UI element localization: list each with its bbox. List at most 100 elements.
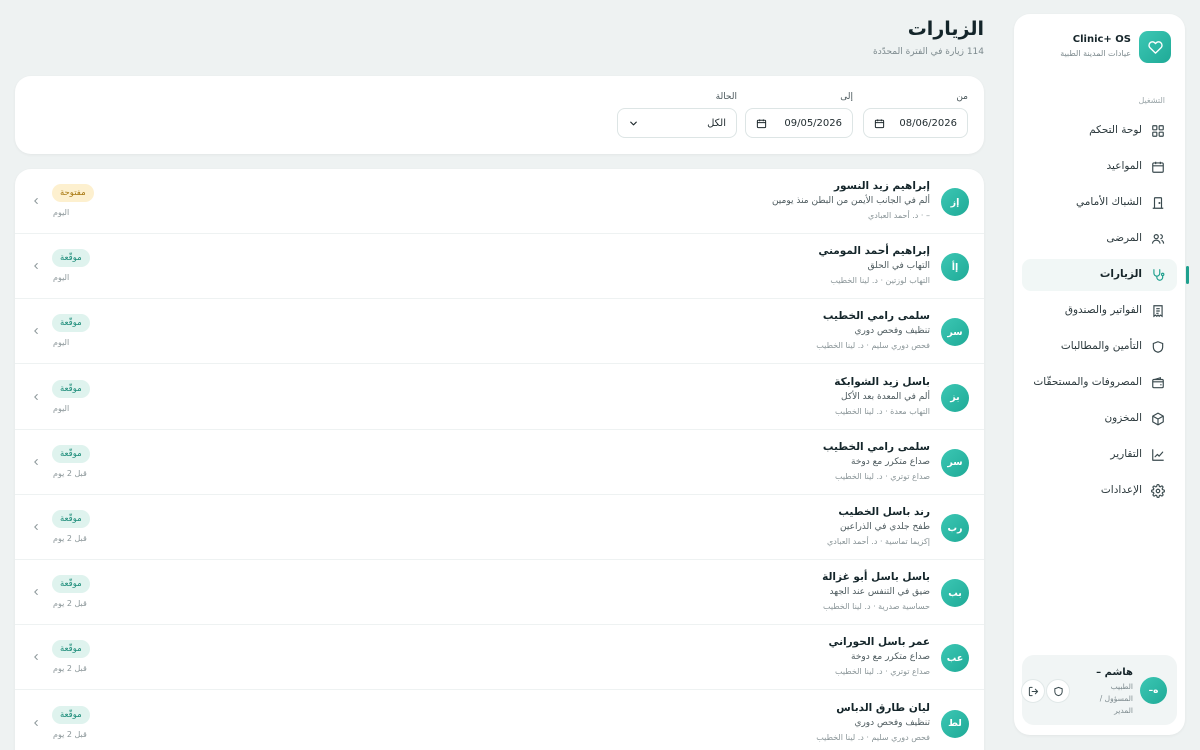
avatar: لط	[941, 709, 969, 738]
chevron-left-icon	[34, 654, 38, 661]
list-item[interactable]: عب عمر باسل الحوراني صداع متكرر مع دوخة …	[15, 625, 984, 691]
sidebar-item-patients[interactable]: المرضى	[1022, 223, 1177, 255]
calendar-icon	[756, 118, 767, 128]
grid-icon	[1151, 124, 1165, 138]
calendar-icon	[1151, 160, 1165, 174]
stethoscope-icon	[1151, 268, 1165, 282]
nav-section-label: التشغيل	[1138, 96, 1165, 105]
patient-name: رند باسل الخطيب	[838, 506, 930, 518]
patient-name: إبراهيم أحمد المومني	[818, 245, 930, 258]
users-icon	[1151, 232, 1165, 246]
user-role: الطبيب المسؤول / المدير	[1099, 682, 1133, 715]
visit-complaint: التهاب في الحلق	[867, 261, 930, 272]
sidebar-item-label: المرضى	[1106, 232, 1142, 244]
status-filter: الحالة الكل	[617, 92, 737, 138]
visit-complaint: صداع متكرر مع دوخة	[851, 652, 930, 663]
list-item[interactable]: إأ إبراهيم أحمد المومني التهاب في الحلق …	[15, 234, 984, 300]
visit-complaint: طفح جلدي في الذراعين	[840, 522, 930, 532]
status-select[interactable]: الكل	[617, 108, 737, 138]
sidebar-item-label: الشباك الأمامي	[1076, 196, 1142, 208]
sidebar-item-label: التقارير	[1110, 448, 1142, 460]
shield-icon	[1053, 686, 1063, 696]
visit-complaint: ألم في الجانب الأيمن من البطن منذ يومين	[771, 196, 930, 206]
avatar-initials: سر	[947, 326, 963, 338]
status-badge: موقّعة	[52, 444, 90, 463]
sidebar-item-label: لوحة التحكم	[1089, 124, 1142, 136]
visit-date: اليوم	[53, 208, 70, 217]
brand[interactable]: Clinic+ OS عيادات المدينة الطبية	[1028, 31, 1171, 63]
status-label: الحالة	[715, 92, 737, 102]
avatar[interactable]: ه–	[1140, 677, 1167, 704]
avatar: بز	[941, 383, 969, 412]
app-subtitle: عيادات المدينة الطبية	[1060, 49, 1131, 58]
visit-complaint: ضيق في التنفس عند الجهد	[829, 587, 930, 598]
avatar-initials: لط	[948, 718, 962, 730]
sidebar-item-label: الزيارات	[1099, 268, 1142, 280]
receipt-icon	[1151, 304, 1165, 318]
visit-meta: التهاب لوزتين · د. لينا الخطيب	[830, 276, 930, 286]
visit-date: اليوم	[53, 273, 70, 283]
security-button[interactable]	[1046, 679, 1070, 703]
patient-name: باسل باسل أبو غزالة	[822, 571, 930, 584]
list-item[interactable]: بز باسل زيد الشوابكة ألم في المعدة بعد ا…	[15, 365, 984, 430]
sidebar-item-settings[interactable]: الإعدادات	[1022, 475, 1177, 507]
visits-list: إز إبراهيم زيد النسور ألم في الجانب الأي…	[15, 169, 984, 750]
sidebar-item-expenses[interactable]: المصروفات والمستحقّات	[1022, 367, 1177, 399]
visit-meta: إكزيما تماسية · د. أحمد العبادي	[827, 537, 930, 546]
logout-button[interactable]	[1021, 679, 1045, 703]
status-badge: موقّعة	[52, 640, 90, 659]
sidebar-item-front-desk[interactable]: الشباك الأمامي	[1022, 187, 1177, 219]
list-item[interactable]: رب رند باسل الخطيب طفح جلدي في الذراعين …	[15, 495, 984, 560]
list-item[interactable]: سر سلمى رامي الخطيب صداع متكرر مع دوخة ص…	[15, 430, 984, 495]
visit-complaint: تنظيف وفحص دوري	[854, 326, 930, 337]
app-name: Clinic+ OS	[1072, 34, 1131, 45]
user-card: ه– هاشم – الطبيب المسؤول / المدير	[1021, 655, 1177, 725]
sidebar-item-insurance[interactable]: التأمين والمطالبات	[1022, 331, 1177, 363]
logout-icon	[1028, 686, 1038, 696]
avatar-initials: عب	[946, 652, 964, 664]
sidebar-item-label: المواعيد	[1106, 160, 1142, 172]
chevron-left-icon	[34, 393, 38, 400]
visit-meta: – · د. أحمد العبادي	[867, 211, 930, 220]
avatar: سر	[941, 448, 969, 477]
sidebar-item-appointments[interactable]: المواعيد	[1022, 151, 1177, 183]
avatar: إز	[941, 188, 969, 216]
patient-name: سلمى رامي الخطيب	[822, 310, 930, 323]
visit-date: قبل 2 يوم	[53, 729, 87, 739]
chart-icon	[1151, 448, 1165, 462]
status-badge: مفتوحة	[52, 184, 94, 202]
wallet-icon	[1151, 376, 1165, 390]
sidebar-item-visits[interactable]: الزيارات	[1022, 259, 1189, 291]
page-title: الزيارات	[907, 18, 984, 40]
heart-icon	[1139, 31, 1171, 63]
list-item[interactable]: إز إبراهيم زيد النسور ألم في الجانب الأي…	[15, 169, 984, 234]
visit-date: قبل 2 يوم	[53, 664, 87, 674]
visit-complaint: تنظيف وفحص دوري	[854, 717, 930, 728]
visit-meta: فحص دوري سليم · د. لينا الخطيب	[816, 732, 930, 742]
avatar-initials: رب	[947, 522, 963, 534]
to-date-input[interactable]: 09/05/2026	[745, 108, 853, 138]
sidebar-item-inventory[interactable]: المخزون	[1022, 403, 1177, 435]
sidebar-item-billing[interactable]: الفواتير والصندوق	[1022, 295, 1177, 327]
list-item[interactable]: بب باسل باسل أبو غزالة ضيق في التنفس عند…	[15, 560, 984, 626]
sidebar-item-dashboard[interactable]: لوحة التحكم	[1022, 115, 1177, 147]
from-date-filter: من 08/06/2026	[863, 92, 968, 138]
sidebar-item-reports[interactable]: التقارير	[1022, 439, 1177, 471]
visit-meta: التهاب معدة · د. لينا الخطيب	[835, 406, 930, 416]
from-date-value: 08/06/2026	[899, 117, 957, 129]
from-date-label: من	[956, 92, 968, 102]
list-item[interactable]: لط ليان طارق الدباس تنظيف وفحص دوري فحص …	[15, 691, 984, 750]
avatar-initials: بز	[950, 392, 960, 404]
patient-name: سلمى رامي الخطيب	[822, 440, 930, 453]
status-badge: موقّعة	[52, 575, 90, 594]
list-item[interactable]: سر سلمى رامي الخطيب تنظيف وفحص دوري فحص …	[15, 299, 984, 365]
visit-complaint: صداع متكرر مع دوخة	[851, 456, 930, 467]
chevron-left-icon	[34, 458, 38, 465]
from-date-input[interactable]: 08/06/2026	[863, 108, 968, 138]
filter-bar: من 08/06/2026 إلى 09/05/2026 الحالة الكل	[15, 76, 984, 154]
avatar-initials: سر	[947, 457, 963, 469]
patient-name: عمر باسل الحوراني	[828, 636, 930, 649]
avatar-initials: بب	[948, 587, 962, 599]
patient-name: ليان طارق الدباس	[836, 701, 930, 714]
patient-name: باسل زيد الشوابكة	[834, 375, 930, 388]
